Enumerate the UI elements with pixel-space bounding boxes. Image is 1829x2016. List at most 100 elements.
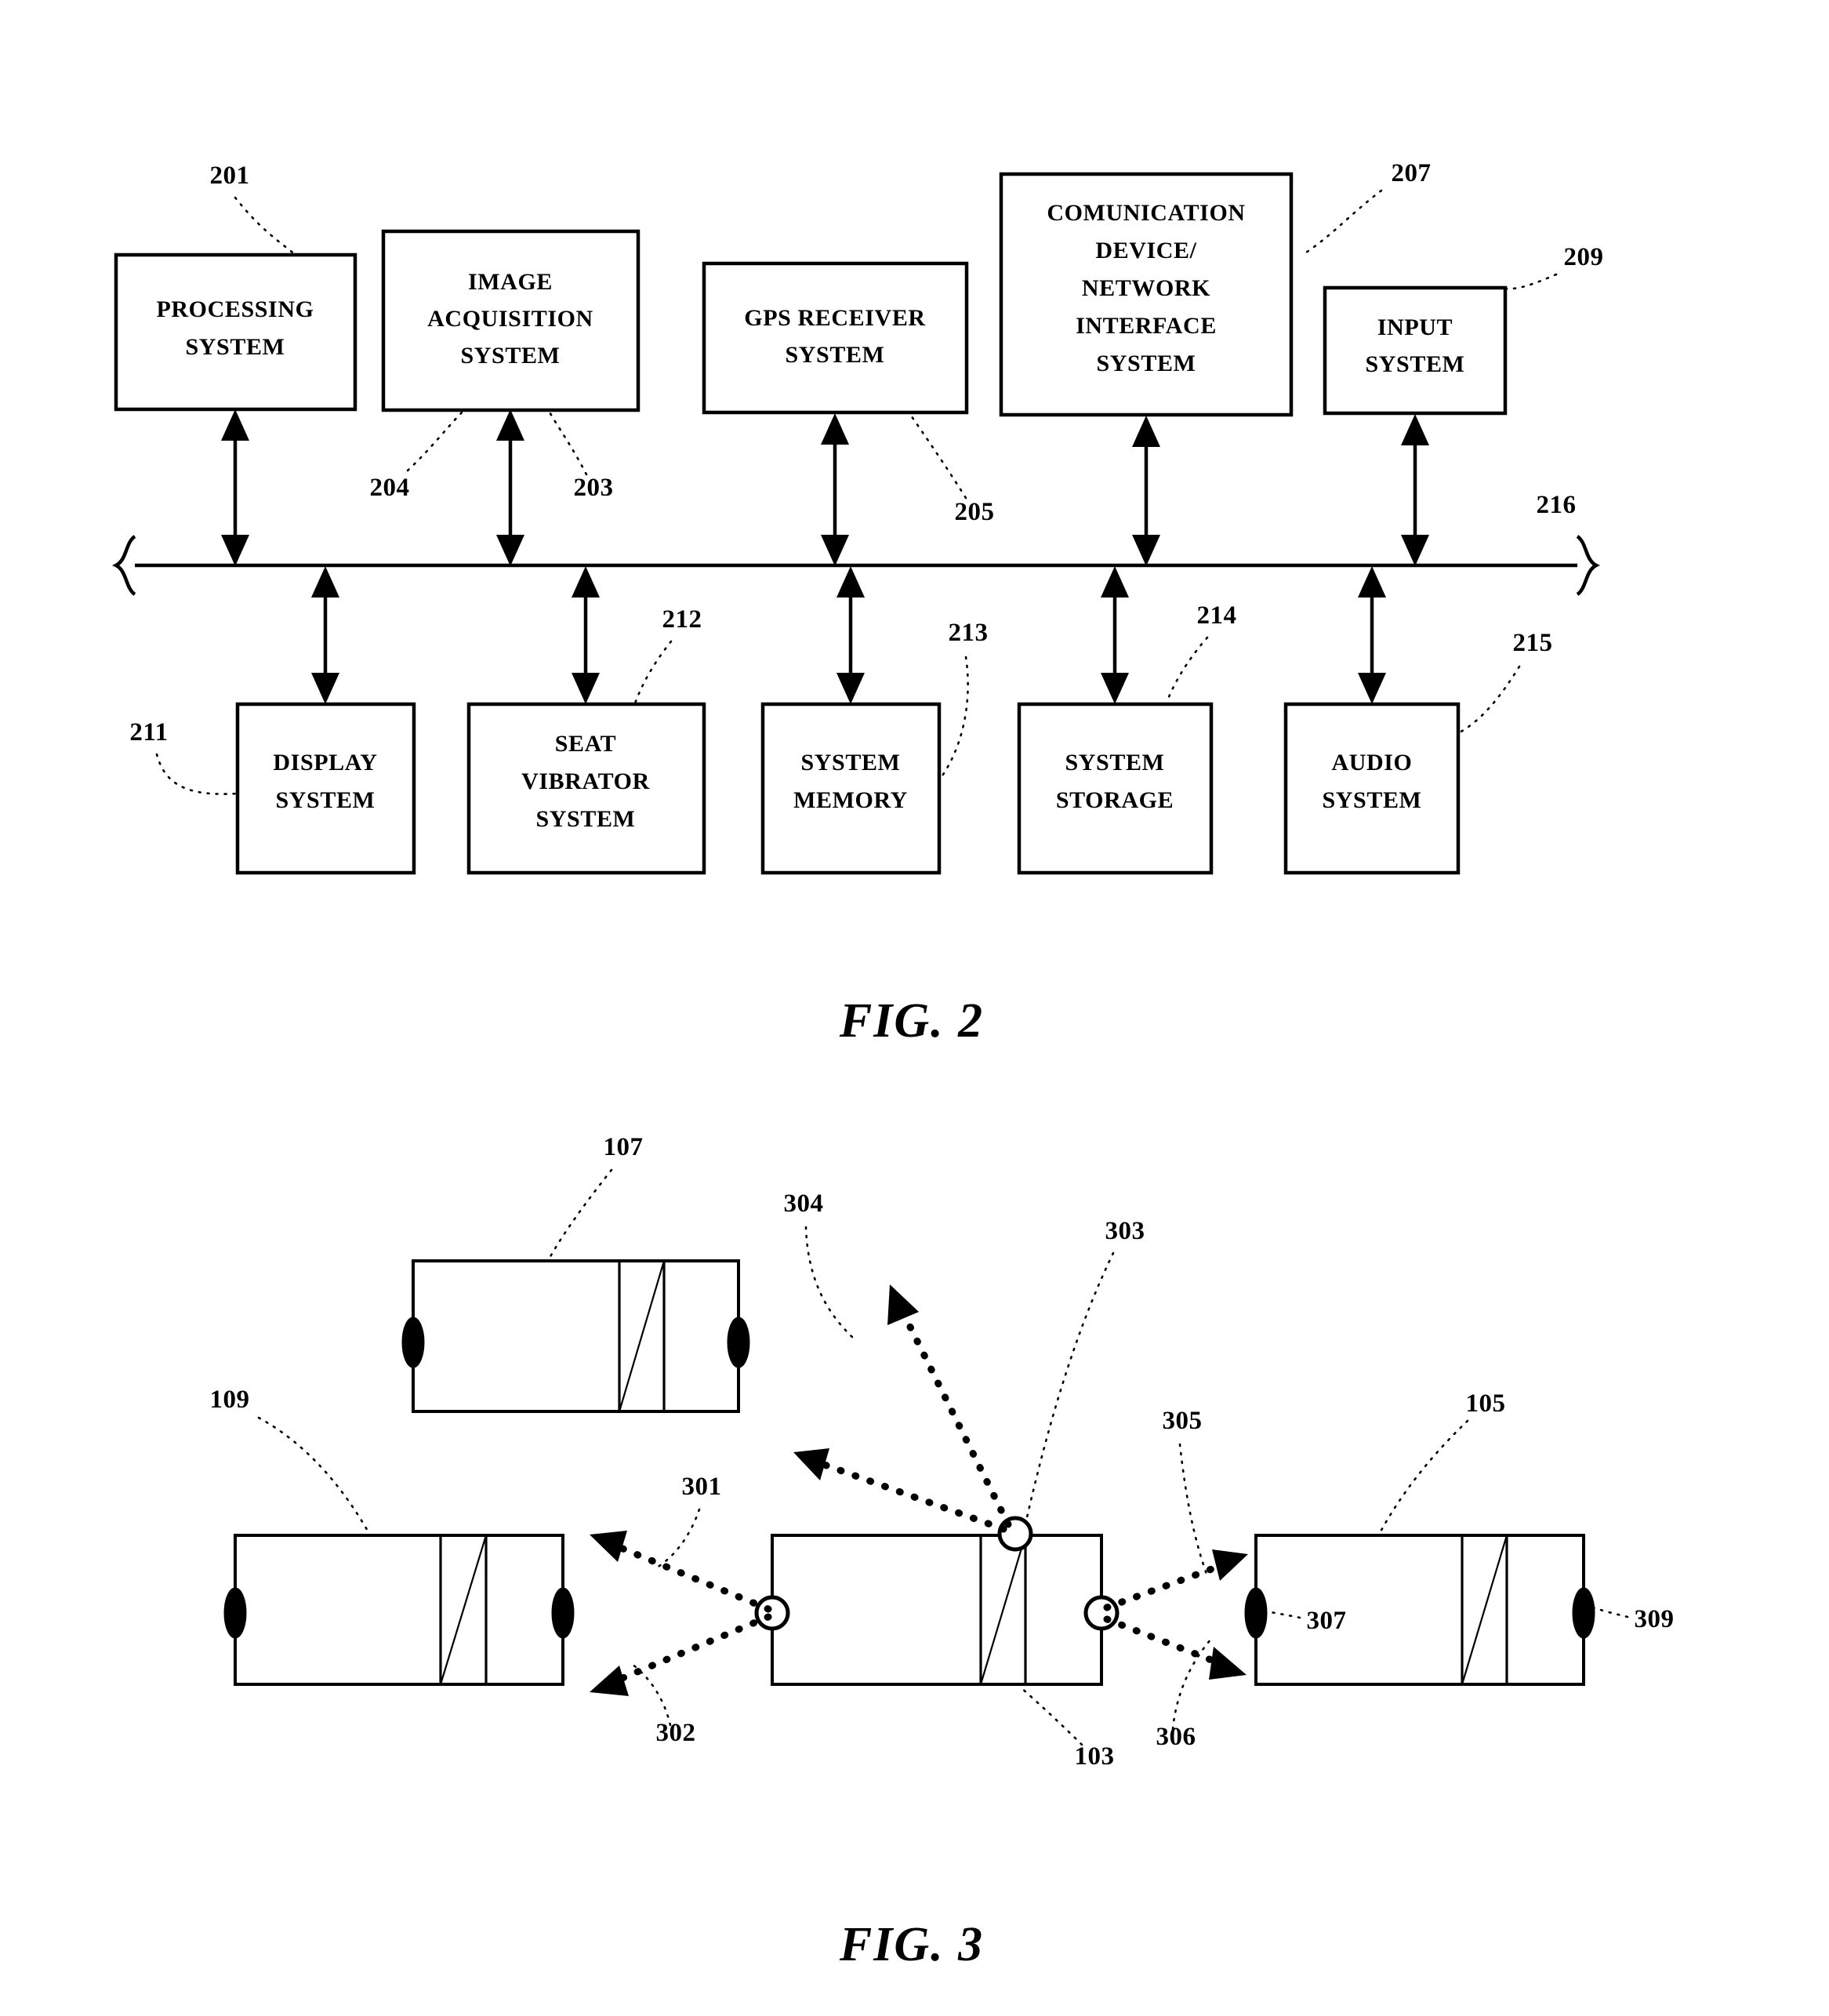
- block-label-line: INPUT: [1377, 314, 1453, 340]
- ref-number-103: 103: [1075, 1742, 1115, 1771]
- block-label-line: SYSTEM: [801, 750, 901, 776]
- ref-number-201: 201: [210, 162, 250, 190]
- arrowhead-down: [221, 535, 249, 566]
- arrowhead-up: [1101, 566, 1129, 598]
- block-label-line: SYSTEM: [461, 343, 561, 369]
- ref-number-216: 216: [1537, 491, 1577, 519]
- arrowhead-up: [1132, 416, 1160, 447]
- block-display-system: DISPLAY SYSTEM: [235, 702, 416, 875]
- ref-number-107: 107: [604, 1133, 644, 1161]
- leader-line-107: [547, 1168, 613, 1261]
- ray-line: [894, 1298, 1012, 1528]
- block-box: [114, 252, 357, 412]
- ref-number-214: 214: [1197, 601, 1237, 630]
- mirror-right-icon: [551, 1587, 575, 1639]
- vehicle-105: [1244, 1534, 1595, 1686]
- leader-line-203: [547, 409, 588, 476]
- block-label-line: ACQUISITION: [427, 306, 593, 332]
- leader-line-109: [257, 1416, 370, 1534]
- ref-number-209: 209: [1564, 243, 1604, 271]
- leader-line-205: [908, 412, 967, 499]
- block-label-line: SYSTEM: [1065, 750, 1165, 776]
- ref-number-301: 301: [682, 1473, 722, 1501]
- leader-line-301: [655, 1508, 701, 1569]
- leader-line-204: [406, 409, 466, 472]
- arrowhead-up: [311, 566, 339, 598]
- arrowhead-down: [572, 673, 600, 704]
- arrowhead-up: [496, 409, 524, 441]
- leader-line-304: [804, 1226, 855, 1339]
- block-gps-receiver-system: GPS RECEIVER SYSTEM: [702, 261, 969, 415]
- figure-3-caption: FIG. 3: [839, 1918, 984, 1971]
- block-label-line: SYSTEM: [186, 334, 285, 360]
- arrowhead-ray: [887, 1284, 919, 1325]
- ref-number-306: 306: [1156, 1723, 1196, 1751]
- leader-line-305: [1178, 1443, 1209, 1578]
- vehicle-body: [1254, 1534, 1585, 1686]
- arrowhead-ray: [793, 1448, 829, 1480]
- leader-line-103: [1018, 1684, 1083, 1746]
- figure-2: PROCESSING SYSTEM 201 IMAGE ACQUISITION …: [111, 159, 1604, 1048]
- leader-line-215: [1457, 665, 1521, 735]
- block-label-line: MEMORY: [793, 787, 908, 813]
- drawing-canvas: PROCESSING SYSTEM 201 IMAGE ACQUISITION …: [111, 159, 1675, 1971]
- arrowhead-ray: [1209, 1647, 1247, 1680]
- leader-line-201: [234, 196, 297, 256]
- figure-3: 107 109 103 105 307 309 301 302 304 303 …: [210, 1133, 1675, 1971]
- ref-number-205: 205: [955, 498, 995, 526]
- block-label-line: SEAT: [555, 731, 617, 757]
- ray-line: [807, 1456, 1007, 1533]
- ref-number-215: 215: [1513, 629, 1553, 657]
- leader-line-209: [1503, 273, 1558, 290]
- arrowhead-down: [496, 535, 524, 566]
- arrowhead-down: [1401, 535, 1429, 566]
- ray-303: [793, 1448, 1007, 1533]
- arrowhead-up: [572, 566, 600, 598]
- block-label-line: VIBRATOR: [521, 768, 650, 794]
- block-label-line: DEVICE/: [1095, 238, 1196, 263]
- vehicle-109: [223, 1534, 575, 1686]
- arrowhead-up: [1358, 566, 1386, 598]
- bus-right-bracket: [1576, 535, 1601, 596]
- block-communication-network-interface-system: COMUNICATION DEVICE/ NETWORK INTERFACE S…: [999, 172, 1294, 417]
- sensor-top-icon: [997, 1516, 1033, 1552]
- ref-number-305: 305: [1163, 1407, 1203, 1435]
- block-label-line: SYSTEM: [1323, 787, 1422, 813]
- arrowhead-up: [1401, 414, 1429, 445]
- leader-line-213: [939, 656, 969, 779]
- vehicle-body: [771, 1534, 1103, 1686]
- ray-301: [590, 1531, 772, 1613]
- arrowhead-up: [821, 413, 849, 445]
- arrowhead-down: [1101, 673, 1129, 704]
- arrowhead-up: [836, 566, 865, 598]
- ref-number-212: 212: [662, 605, 702, 634]
- ray-305: [1103, 1549, 1248, 1611]
- bus-connector-arrows-bottom: [311, 566, 1386, 704]
- arrowhead-ray: [590, 1531, 627, 1562]
- arrowhead-down: [821, 535, 849, 566]
- ref-number-309: 309: [1635, 1605, 1675, 1633]
- block-system-memory: SYSTEM MEMORY: [760, 702, 942, 875]
- ref-number-207: 207: [1392, 159, 1432, 187]
- block-label-line: COMUNICATION: [1047, 200, 1245, 226]
- block-label-line: DISPLAY: [273, 750, 377, 776]
- block-label-line: NETWORK: [1082, 275, 1210, 301]
- block-label-line: SYSTEM: [1366, 351, 1465, 377]
- ref-number-302: 302: [656, 1719, 696, 1747]
- ref-number-303: 303: [1105, 1217, 1145, 1245]
- ref-number-307: 307: [1307, 1607, 1347, 1635]
- vehicle-107: [401, 1259, 750, 1413]
- mirror-right-icon: [727, 1317, 750, 1368]
- figure-2-caption: FIG. 2: [839, 994, 984, 1048]
- ref-number-213: 213: [949, 619, 989, 647]
- block-processing-system: PROCESSING SYSTEM: [114, 252, 357, 412]
- leader-line-211: [155, 753, 238, 795]
- ray-line: [1103, 1615, 1233, 1671]
- ray-302: [590, 1613, 772, 1696]
- ray-306: [1103, 1615, 1247, 1680]
- arrowhead-ray: [590, 1665, 629, 1696]
- sensor-right-icon: [1083, 1595, 1120, 1631]
- block-label-line: SYSTEM: [276, 787, 376, 813]
- bus-left-bracket: [111, 535, 136, 596]
- block-box: [702, 261, 969, 415]
